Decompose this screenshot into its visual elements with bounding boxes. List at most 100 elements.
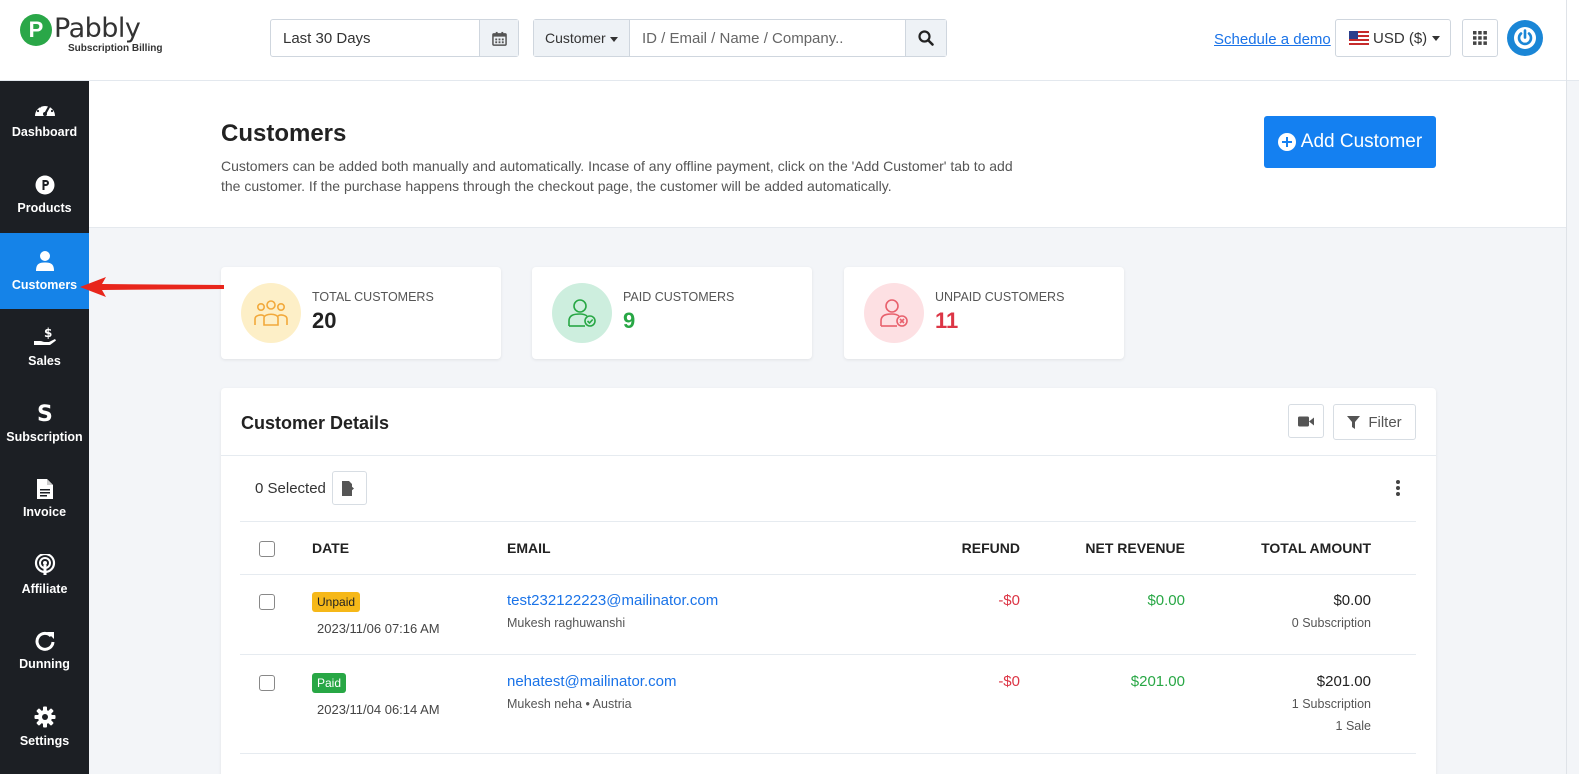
sidebar-item-label: Sales [28, 354, 61, 368]
svg-text:$: $ [44, 326, 52, 340]
pabbly-logo[interactable]: P Pabbly Subscription Billing [20, 14, 162, 54]
divider [221, 455, 1436, 456]
row-subscription-count: 0 Subscription [1291, 616, 1371, 630]
column-header-total-amount[interactable]: TOTAL AMOUNT [1261, 540, 1371, 556]
filter-button[interactable]: Filter [1333, 404, 1416, 440]
calendar-icon [491, 31, 507, 46]
customer-search: Customer [533, 19, 947, 57]
sidebar-item-label: Dashboard [11, 125, 78, 139]
unpaid-customers-card: UNPAID CUSTOMERS 11 [844, 267, 1124, 359]
sidebar-item-customers[interactable]: Customers [0, 233, 89, 309]
caret-down-icon [1432, 35, 1441, 41]
sidebar-item-label: Products [17, 201, 72, 215]
logo-name: Pabbly [54, 13, 141, 44]
column-header-net-revenue[interactable]: NET REVENUE [1085, 540, 1185, 556]
row-net-revenue: $201.00 [1130, 673, 1185, 690]
column-header-date[interactable]: DATE [312, 540, 349, 556]
divider [240, 521, 1416, 522]
row-total-amount: $0.00 [1333, 592, 1371, 609]
broadcast-icon [34, 554, 55, 575]
date-range-picker[interactable]: Last 30 Days [270, 19, 519, 57]
page-title: Customers [221, 120, 347, 147]
annotation-arrow-icon [80, 277, 224, 297]
column-header-refund[interactable]: REFUND [962, 540, 1020, 556]
status-badge: Paid [312, 673, 347, 693]
customer-email-link[interactable]: test232122223@mailinator.com [507, 592, 718, 609]
divider [240, 574, 1416, 575]
sidebar-item-settings[interactable]: Settings [0, 689, 89, 765]
row-subscription-count: 1 Subscription [1291, 697, 1371, 711]
sidebar-item-subscription[interactable]: S Subscription [0, 385, 89, 461]
sidebar-item-label: Invoice [22, 505, 67, 519]
gear-icon [34, 706, 55, 728]
paid-customers-card: PAID CUSTOMERS 9 [532, 267, 812, 359]
date-range-value[interactable]: Last 30 Days [271, 20, 479, 56]
sidebar-item-dashboard[interactable]: Dashboard [0, 81, 89, 157]
us-flag-icon [1349, 31, 1369, 45]
speedometer-icon [34, 103, 55, 116]
add-customer-label: Add Customer [1300, 131, 1423, 152]
divider [240, 654, 1416, 655]
search-type-dropdown[interactable]: Customer [534, 20, 630, 56]
stat-icon-circle [552, 283, 612, 343]
total-customers-card: TOTAL CUSTOMERS 20 [221, 267, 501, 359]
search-icon [918, 30, 934, 46]
search-type-label: Customer [545, 30, 606, 46]
user-icon [35, 251, 54, 271]
stat-label: PAID CUSTOMERS [623, 290, 735, 304]
row-checkbox[interactable] [259, 594, 275, 610]
stat-icon-circle [241, 283, 301, 343]
search-input[interactable] [630, 20, 905, 56]
status-badge: Unpaid [312, 592, 361, 612]
row-date: 2023/11/04 06:14 AM [317, 702, 440, 717]
add-customer-button[interactable]: Add Customer [1264, 116, 1436, 168]
sidebar: Dashboard Products Customers $ Sales S S… [0, 81, 89, 774]
hand-dollar-icon: $ [33, 326, 56, 345]
row-net-revenue: $0.00 [1147, 592, 1185, 609]
caret-down-icon [609, 36, 618, 42]
logo-subtitle: Subscription Billing [68, 43, 163, 54]
sidebar-item-label: Settings [19, 734, 70, 748]
search-button[interactable] [905, 20, 946, 56]
file-export-icon [342, 480, 354, 496]
row-total-amount: $201.00 [1316, 673, 1371, 690]
video-tutorial-button[interactable] [1288, 404, 1324, 438]
svg-text:S: S [37, 402, 53, 424]
calendar-button[interactable] [479, 20, 518, 56]
subscription-s-icon: S [37, 402, 53, 424]
logo-mark: P [20, 14, 52, 46]
page-description: Customers can be added both manually and… [221, 158, 1013, 194]
grid-icon [1473, 31, 1487, 45]
row-refund: -$0 [998, 673, 1020, 690]
file-icon [36, 479, 53, 499]
customer-email-link[interactable]: nehatest@mailinator.com [507, 673, 676, 690]
sidebar-item-sales[interactable]: $ Sales [0, 309, 89, 385]
stat-icon-circle [864, 283, 924, 343]
top-bar: P Pabbly Subscription Billing Last 30 Da… [0, 0, 1579, 81]
products-p-icon [35, 175, 54, 195]
divider [240, 753, 1416, 754]
section-title: Customer Details [241, 413, 390, 433]
row-checkbox[interactable] [259, 675, 275, 691]
stat-value: 9 [623, 308, 636, 333]
more-options-icon[interactable] [1396, 480, 1400, 498]
schedule-demo-link[interactable]: Schedule a demo [1214, 31, 1331, 48]
customer-name: Mukesh neha • Austria [507, 697, 632, 711]
sidebar-item-invoice[interactable]: Invoice [0, 461, 89, 537]
filter-icon [1347, 415, 1361, 429]
sidebar-item-dunning[interactable]: Dunning [0, 613, 89, 689]
apps-grid-button[interactable] [1462, 19, 1498, 57]
column-header-email[interactable]: EMAIL [507, 540, 551, 556]
refresh-icon [35, 631, 54, 651]
filter-label: Filter [1368, 413, 1402, 431]
sidebar-item-label: Customers [11, 278, 78, 292]
customer-details-card: Customer Details Filter 0 Selected DATE … [221, 388, 1436, 774]
users-group-icon [254, 300, 288, 326]
export-button[interactable] [332, 471, 367, 505]
select-all-checkbox[interactable] [259, 541, 275, 557]
stat-label: UNPAID CUSTOMERS [935, 290, 1065, 304]
currency-dropdown[interactable]: USD ($) [1335, 19, 1451, 57]
sidebar-item-affiliate[interactable]: Affiliate [0, 537, 89, 613]
account-power-button[interactable] [1507, 20, 1543, 56]
sidebar-item-products[interactable]: Products [0, 157, 89, 233]
